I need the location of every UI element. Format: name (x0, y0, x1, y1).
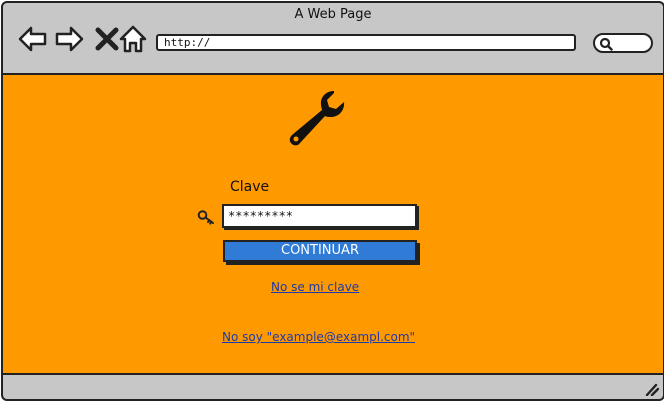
not-me-link[interactable]: No soy "example@exampl.com" (222, 330, 415, 344)
resize-grip-icon[interactable] (643, 382, 659, 396)
back-arrow-icon[interactable] (17, 23, 49, 55)
search-box[interactable] (593, 33, 653, 53)
home-icon[interactable] (117, 23, 149, 55)
window-title: A Web Page (294, 7, 372, 22)
password-field[interactable]: ********* (222, 204, 417, 228)
search-icon (599, 37, 613, 51)
key-icon (197, 208, 215, 226)
password-label: Clave (230, 179, 270, 195)
address-bar[interactable]: http:// (156, 34, 576, 51)
continue-button[interactable]: CONTINUAR (223, 240, 417, 262)
browser-window: A Web Page http:// Clave ********* CONTI… (1, 1, 664, 401)
wrench-icon (286, 87, 350, 147)
page-content: Clave ********* CONTINUAR No se mi clave… (3, 73, 663, 375)
forgot-password-link[interactable]: No se mi clave (271, 280, 359, 294)
forward-arrow-icon[interactable] (53, 23, 85, 55)
